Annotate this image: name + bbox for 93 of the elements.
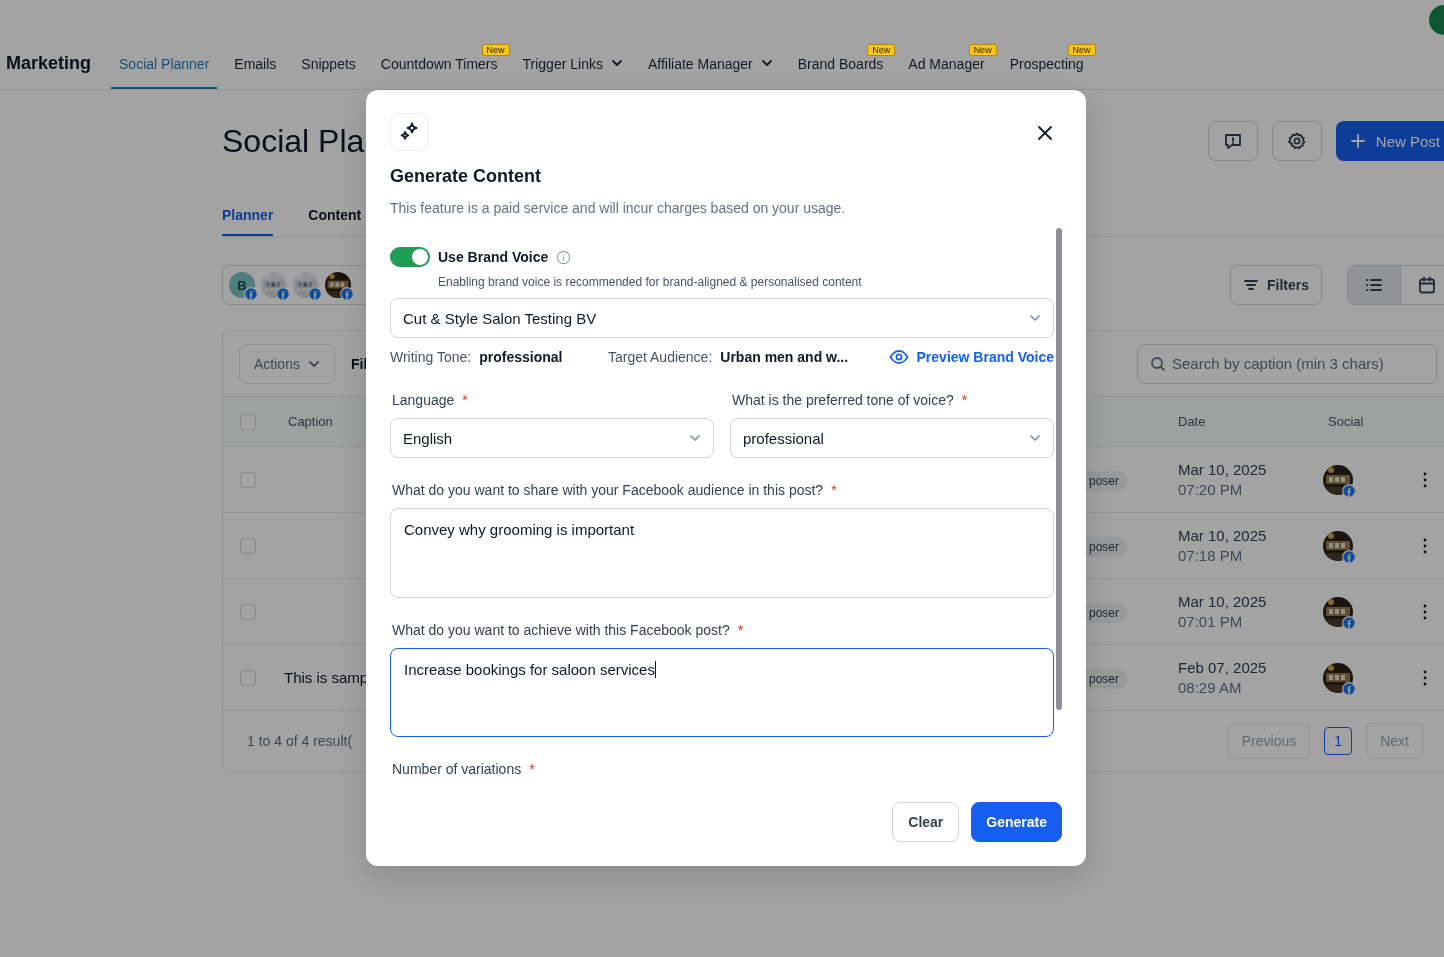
social-badge-icon [276, 287, 290, 301]
tab[interactable]: Content [308, 195, 362, 236]
settings-icon [1286, 131, 1307, 151]
sparkle-icon [398, 121, 420, 143]
calendar-icon [1418, 276, 1436, 294]
date-text: Mar 10, 2025 [1178, 525, 1268, 546]
brand-select[interactable]: Cut & Style Salon Testing BV [390, 298, 1054, 338]
list-icon [1365, 276, 1383, 294]
required-mark: * [462, 392, 468, 408]
field-label: What is the preferred tone of voice? [732, 392, 954, 408]
column-header: Social [1328, 414, 1365, 429]
field-label: Language [392, 392, 455, 408]
helper-text: Enabling brand voice is recommended for brand-aligned & personalised content [438, 274, 863, 290]
results-summary: 1 to 4 of 4 result( [247, 733, 353, 749]
page-title: Social Pla [222, 122, 365, 161]
toggle-label: Use Brand Voice [438, 249, 549, 265]
required-mark: * [529, 761, 535, 777]
time-text: 08:29 AM [1178, 677, 1243, 698]
time-text: 07:18 PM [1178, 545, 1244, 566]
checkbox[interactable] [240, 669, 256, 686]
required-mark: * [961, 392, 968, 408]
detail-value: professional [479, 349, 563, 365]
search-icon [1150, 355, 1166, 372]
field-label: What do you want to share with your Facebook audience in this post? [392, 482, 824, 498]
new-badge: New [968, 44, 997, 56]
list-view-button[interactable] [1348, 266, 1400, 304]
page-number-button[interactable]: 1 [1324, 727, 1353, 755]
new-badge: New [867, 44, 896, 56]
date-text: Mar 10, 2025 [1178, 591, 1268, 612]
filter-label: Fil [351, 355, 368, 372]
close-icon[interactable] [1036, 124, 1054, 142]
kebab-menu-icon[interactable] [1423, 537, 1427, 554]
new-badge: New [1067, 44, 1096, 56]
nav-tab[interactable]: Snippets [293, 57, 364, 89]
checkbox[interactable] [240, 537, 256, 554]
kebab-menu-icon[interactable] [1423, 669, 1427, 686]
nav-tab[interactable]: Prospecting [1001, 57, 1092, 89]
nav-tab[interactable]: Emails [226, 57, 285, 89]
chevron-down-icon [1029, 432, 1041, 444]
kebab-menu-icon[interactable] [1423, 471, 1427, 488]
filters-button[interactable]: Filters [1230, 265, 1322, 305]
filter-icon [1243, 277, 1259, 293]
checkbox[interactable] [240, 413, 256, 430]
date-text: Feb 07, 2025 [1178, 657, 1268, 678]
chevron-down-icon [689, 432, 701, 444]
field-label: Number of variations [392, 761, 522, 777]
social-badge-icon [308, 287, 322, 301]
clear-button[interactable]: Clear [892, 802, 960, 842]
toggle-switch[interactable] [390, 247, 430, 267]
kebab-menu-icon[interactable] [1423, 603, 1427, 620]
select-field[interactable]: English [390, 418, 714, 458]
scrollbar-thumb[interactable] [1056, 228, 1062, 710]
search-field[interactable]: Search by caption (min 3 chars) [1137, 343, 1437, 384]
time-text: 07:01 PM [1178, 611, 1244, 632]
actions-button[interactable]: Actions [239, 343, 335, 384]
nav-tab[interactable]: Countdown Timers [372, 57, 506, 89]
detail-value: Urban men and w... [720, 349, 849, 365]
generate-button[interactable]: Generate [971, 802, 1062, 842]
select-field[interactable]: professional [730, 418, 1054, 458]
nav-tab[interactable]: Affiliate Manager [639, 57, 781, 89]
new-badge: New [481, 44, 510, 56]
text-area[interactable]: Convey why grooming is important [390, 508, 1054, 598]
checkbox[interactable] [240, 603, 256, 620]
date-text: Mar 10, 2025 [1178, 459, 1268, 480]
nav-tab[interactable]: Ad Manager [900, 57, 993, 89]
plus-icon [1349, 133, 1366, 149]
required-mark: * [737, 622, 744, 638]
detail-label: Writing Tone: [390, 349, 472, 365]
text-area[interactable]: Increase bookings for saloon services [390, 648, 1054, 737]
settings-button[interactable] [1271, 121, 1322, 161]
social-badge-icon [340, 287, 354, 301]
nav-tab[interactable]: Brand Boards [789, 57, 892, 89]
nav-tab[interactable]: Trigger Links [514, 57, 631, 89]
app-title: Marketing [5, 52, 92, 75]
checkbox[interactable] [240, 471, 256, 488]
time-text: 07:20 PM [1178, 479, 1244, 500]
tab[interactable]: Planner [222, 195, 274, 236]
new-post-button[interactable]: New Post [1335, 121, 1444, 161]
info-icon [556, 249, 572, 265]
feedback-button[interactable] [1207, 121, 1258, 161]
required-mark: * [831, 482, 837, 498]
field-label: What do you want to achieve with this Facebook post? [392, 622, 730, 638]
social-badge-icon [244, 287, 258, 301]
eye-icon [888, 347, 909, 367]
detail-label: Target Audience: [608, 349, 713, 365]
dialog-title: Generate Content [390, 165, 543, 188]
column-header: Date [1178, 414, 1207, 429]
preview-brand-voice-link[interactable]: Preview Brand Voice [888, 347, 1054, 367]
dialog-description: This feature is a paid service and will incur charges based on your usage. [390, 199, 847, 218]
column-header: Caption [288, 414, 334, 429]
speech-bubble-icon [1222, 131, 1243, 151]
chevron-down-icon [1029, 312, 1041, 324]
table-cell: This is samp [284, 669, 369, 686]
